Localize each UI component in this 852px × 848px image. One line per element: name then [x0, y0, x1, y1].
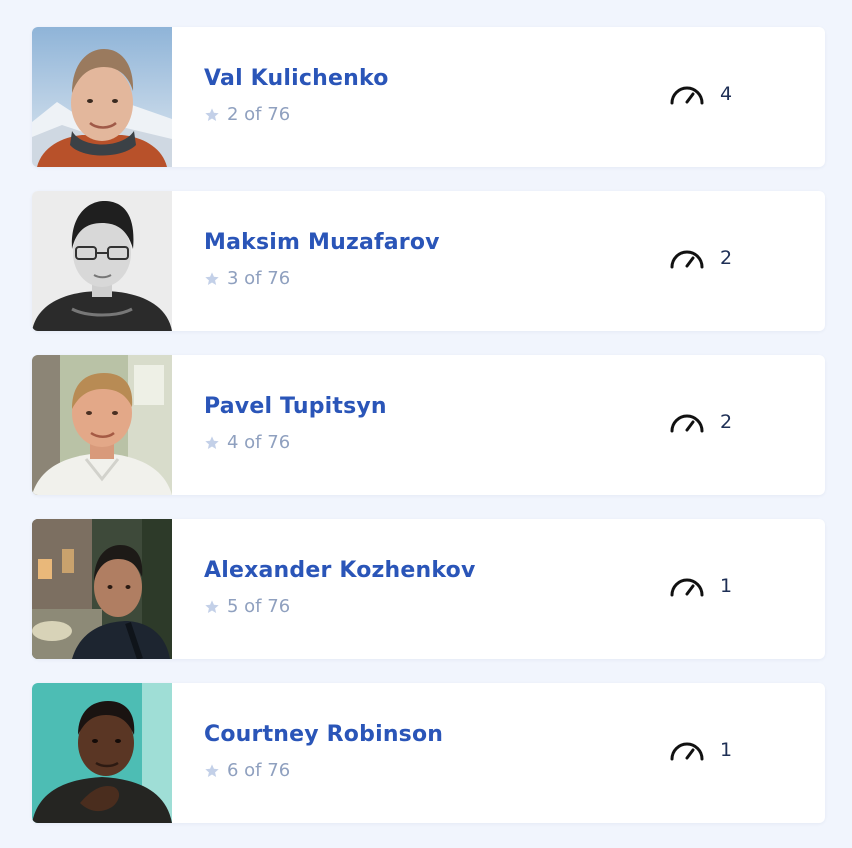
metric: 4	[669, 82, 732, 106]
metric-value: 1	[720, 739, 733, 761]
avatar-photo	[32, 27, 172, 167]
list-item: Maksim Muzafarov 3 of 76 2	[32, 191, 825, 331]
list-item: Pavel Tupitsyn 4 of 76 2	[32, 355, 825, 495]
speedometer-icon	[670, 578, 704, 597]
metric-value: 2	[720, 247, 733, 269]
rank: 5 of 76	[204, 596, 825, 618]
star-icon	[205, 272, 219, 285]
rank: 4 of 76	[204, 432, 825, 454]
person-name-link[interactable]: Maksim Muzafarov	[204, 229, 440, 257]
speedometer-icon	[670, 414, 704, 433]
avatar[interactable]	[32, 191, 172, 331]
rank-text: 3 of 76	[227, 268, 291, 289]
avatar-photo	[32, 683, 172, 823]
person-name-link[interactable]: Alexander Kozhenkov	[204, 557, 476, 585]
star-icon	[205, 436, 219, 449]
rank-text: 2 of 76	[227, 104, 291, 125]
avatar-photo	[32, 355, 172, 495]
speedometer-icon	[670, 742, 704, 761]
avatar-photo	[32, 191, 172, 331]
star-icon	[205, 600, 219, 613]
rank-text: 5 of 76	[227, 596, 291, 617]
metric: 2	[669, 246, 732, 270]
star-icon	[205, 108, 219, 121]
metric: 1	[669, 738, 732, 762]
person-name-link[interactable]: Courtney Robinson	[204, 721, 443, 749]
avatar-photo	[32, 519, 172, 659]
rank: 3 of 76	[204, 268, 825, 290]
metric: 1	[669, 574, 732, 598]
rank-text: 6 of 76	[227, 760, 291, 781]
person-name-link[interactable]: Val Kulichenko	[204, 65, 389, 93]
metric-value: 1	[720, 575, 733, 597]
avatar[interactable]	[32, 519, 172, 659]
list-item: Alexander Kozhenkov 5 of 76 1	[32, 519, 825, 659]
metric-value: 2	[720, 411, 733, 433]
list-item: Courtney Robinson 6 of 76 1	[32, 683, 825, 823]
rank: 2 of 76	[204, 104, 825, 126]
star-icon	[205, 764, 219, 777]
avatar[interactable]	[32, 683, 172, 823]
list-item: Val Kulichenko 2 of 76 4	[32, 27, 825, 167]
avatar[interactable]	[32, 27, 172, 167]
speedometer-icon	[670, 86, 704, 105]
rank-text: 4 of 76	[227, 432, 291, 453]
metric-value: 4	[720, 83, 733, 105]
avatar[interactable]	[32, 355, 172, 495]
people-list: Val Kulichenko 2 of 76 4 Maksim Muzafaro…	[32, 27, 825, 847]
speedometer-icon	[670, 250, 704, 269]
metric: 2	[669, 410, 732, 434]
rank: 6 of 76	[204, 760, 825, 782]
person-name-link[interactable]: Pavel Tupitsyn	[204, 393, 387, 421]
